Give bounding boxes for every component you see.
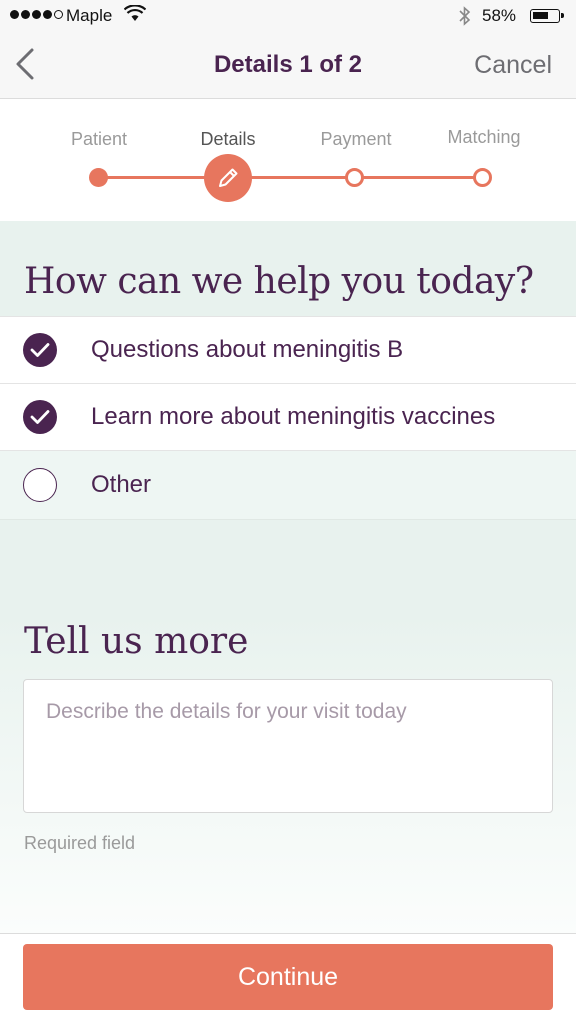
footer: Continue <box>0 933 576 1025</box>
step-connector-line <box>100 176 480 179</box>
battery-percentage: 58% <box>482 6 517 25</box>
step-marker-matching <box>473 168 492 187</box>
battery-icon <box>530 9 564 23</box>
checkmark-icon <box>30 410 50 424</box>
required-field-hint: Required field <box>24 833 136 853</box>
option-label: Learn more about meningitis vaccines <box>91 403 496 430</box>
step-label-matching: Matching <box>447 127 521 147</box>
bluetooth-icon <box>459 6 471 26</box>
signal-strength-icon <box>10 10 63 19</box>
step-marker-payment <box>345 168 364 187</box>
option-label: Other <box>91 471 152 498</box>
navigation-bar: Details 1 of 2 Cancel <box>0 32 576 99</box>
visit-details-textarea[interactable] <box>23 679 553 813</box>
help-heading: How can we help you today? <box>24 261 534 302</box>
form-content: How can we help you today? Questions abo… <box>0 221 576 933</box>
option-other[interactable]: Other <box>0 450 576 520</box>
status-bar: Maple 58% <box>0 0 576 32</box>
cancel-button[interactable]: Cancel <box>474 51 552 80</box>
checkmark-icon <box>30 343 50 357</box>
option-learn-meningitis-vaccines[interactable]: Learn more about meningitis vaccines <box>0 383 576 450</box>
tell-us-more-heading: Tell us more <box>24 621 249 662</box>
step-label-patient: Patient <box>70 129 128 149</box>
step-label-payment: Payment <box>320 129 392 149</box>
continue-button[interactable]: Continue <box>23 944 553 1010</box>
wifi-icon <box>124 5 146 21</box>
pencil-icon <box>219 168 238 187</box>
step-marker-details <box>204 154 252 202</box>
option-label: Questions about meningitis B <box>91 336 404 363</box>
step-label-details: Details <box>200 129 256 149</box>
progress-stepper: Patient Details Payment Matching <box>0 100 576 221</box>
checkbox-checked[interactable] <box>23 400 57 434</box>
carrier-name: Maple <box>66 6 113 25</box>
option-questions-meningitis-b[interactable]: Questions about meningitis B <box>0 316 576 383</box>
step-marker-patient <box>89 168 108 187</box>
checkbox-checked[interactable] <box>23 333 57 367</box>
checkbox-unchecked[interactable] <box>23 468 57 502</box>
